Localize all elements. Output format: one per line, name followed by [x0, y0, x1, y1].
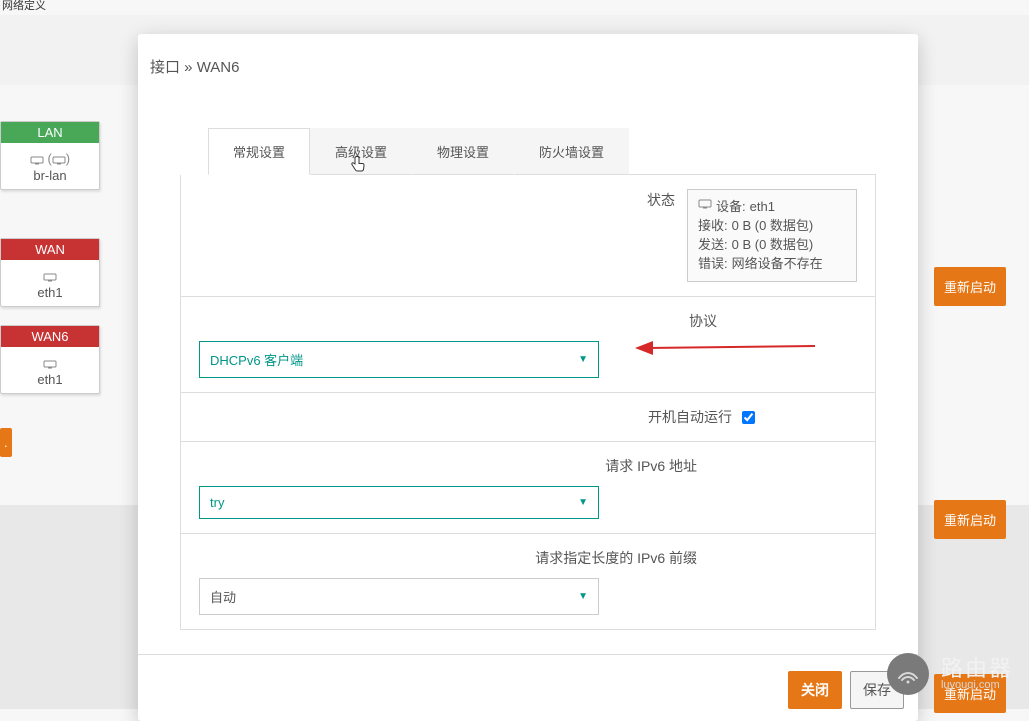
breadcrumb: 接口 » WAN6 — [138, 34, 918, 87]
status-device-label: 设备: — [716, 198, 746, 217]
status-rx-label: 接收: — [698, 217, 728, 236]
chevron-down-icon: ▼ — [578, 591, 588, 602]
tab-firewall[interactable]: 防火墙设置 — [514, 128, 629, 175]
iface-wan6-icons — [1, 353, 99, 372]
autostart-checkbox[interactable] — [742, 411, 755, 424]
tab-physical[interactable]: 物理设置 — [412, 128, 514, 175]
ipv6addr-value: try — [210, 495, 224, 510]
breadcrumb-sep: » — [180, 59, 197, 76]
status-box: 设备: eth1 接收: 0 B (0 数据包) 发送: 0 B (0 数据包)… — [687, 189, 857, 282]
protocol-select[interactable]: DHCPv6 客户端 ▼ — [199, 341, 599, 378]
modal-wan6: 接口 » WAN6 常规设置 高级设置 物理设置 防火墙设置 状态 设备: et… — [138, 34, 918, 721]
breadcrumb-root: 接口 — [150, 59, 180, 76]
status-err-value: 网络设备不存在 — [732, 255, 823, 274]
iface-lan-dev: br-lan — [1, 168, 99, 183]
ipv6prefix-value: 自动 — [210, 587, 236, 606]
protocol-label: 协议 — [689, 311, 717, 331]
iface-wan6-name: WAN6 — [1, 326, 99, 347]
iface-lan-name: LAN — [1, 122, 99, 143]
status-tx-label: 发送: — [698, 236, 728, 255]
ipv6prefix-row: 请求指定长度的 IPv6 前缀 自动 ▼ — [181, 534, 875, 629]
ipv6prefix-select[interactable]: 自动 ▼ — [199, 578, 599, 615]
protocol-value: DHCPv6 客户端 — [210, 350, 303, 369]
close-button[interactable]: 关闭 — [788, 671, 842, 709]
logo-text: 路由器 — [941, 657, 1013, 680]
status-row: 状态 设备: eth1 接收: 0 B (0 数据包) 发送: 0 B (0 数… — [181, 175, 875, 297]
status-device-value: eth1 — [750, 198, 775, 217]
iface-wan-icons — [1, 266, 99, 285]
autostart-label: 开机自动运行 — [648, 407, 732, 427]
iface-wan6-dev: eth1 — [1, 372, 99, 387]
watermark: 路由器 luyouqi.com — [887, 653, 1013, 695]
restart-wan-button[interactable]: 重新启动 — [934, 500, 1006, 539]
iface-box-wan[interactable]: WAN eth1 — [0, 238, 100, 307]
status-rx-value: 0 B (0 数据包) — [732, 217, 814, 236]
ethernet-icon — [698, 198, 712, 210]
iface-wan-name: WAN — [1, 239, 99, 260]
chevron-down-icon: ▼ — [578, 354, 588, 365]
status-err-label: 错误: — [698, 255, 728, 274]
page-crumb-text: 网络定义 — [2, 0, 46, 13]
ipv6addr-select[interactable]: try ▼ — [199, 486, 599, 519]
iface-box-wan6[interactable]: WAN6 eth1 — [0, 325, 100, 394]
iface-box-lan[interactable]: LAN () br-lan — [0, 121, 100, 190]
ipv6addr-label: 请求 IPv6 地址 — [605, 456, 697, 476]
logo-sub: luyouqi.com — [941, 680, 1013, 692]
extra-button[interactable]: . — [0, 428, 12, 457]
tab-general[interactable]: 常规设置 — [208, 128, 310, 175]
breadcrumb-current: WAN6 — [197, 59, 240, 76]
protocol-row: 协议 DHCPv6 客户端 ▼ — [181, 297, 875, 393]
ipv6prefix-label: 请求指定长度的 IPv6 前缀 — [535, 548, 697, 568]
chevron-down-icon: ▼ — [578, 497, 588, 508]
modal-footer: 关闭 保存 — [138, 654, 918, 709]
iface-lan-icons: () — [1, 149, 99, 168]
router-icon — [887, 653, 929, 695]
tab-advanced[interactable]: 高级设置 — [310, 128, 412, 175]
ipv6addr-row: 请求 IPv6 地址 try ▼ — [181, 442, 875, 534]
status-label: 状态 — [647, 189, 675, 210]
tabs: 常规设置 高级设置 物理设置 防火墙设置 — [208, 127, 876, 175]
form-area: 状态 设备: eth1 接收: 0 B (0 数据包) 发送: 0 B (0 数… — [180, 175, 876, 630]
status-tx-value: 0 B (0 数据包) — [732, 236, 814, 255]
autostart-row: 开机自动运行 — [181, 393, 875, 442]
iface-wan-dev: eth1 — [1, 285, 99, 300]
